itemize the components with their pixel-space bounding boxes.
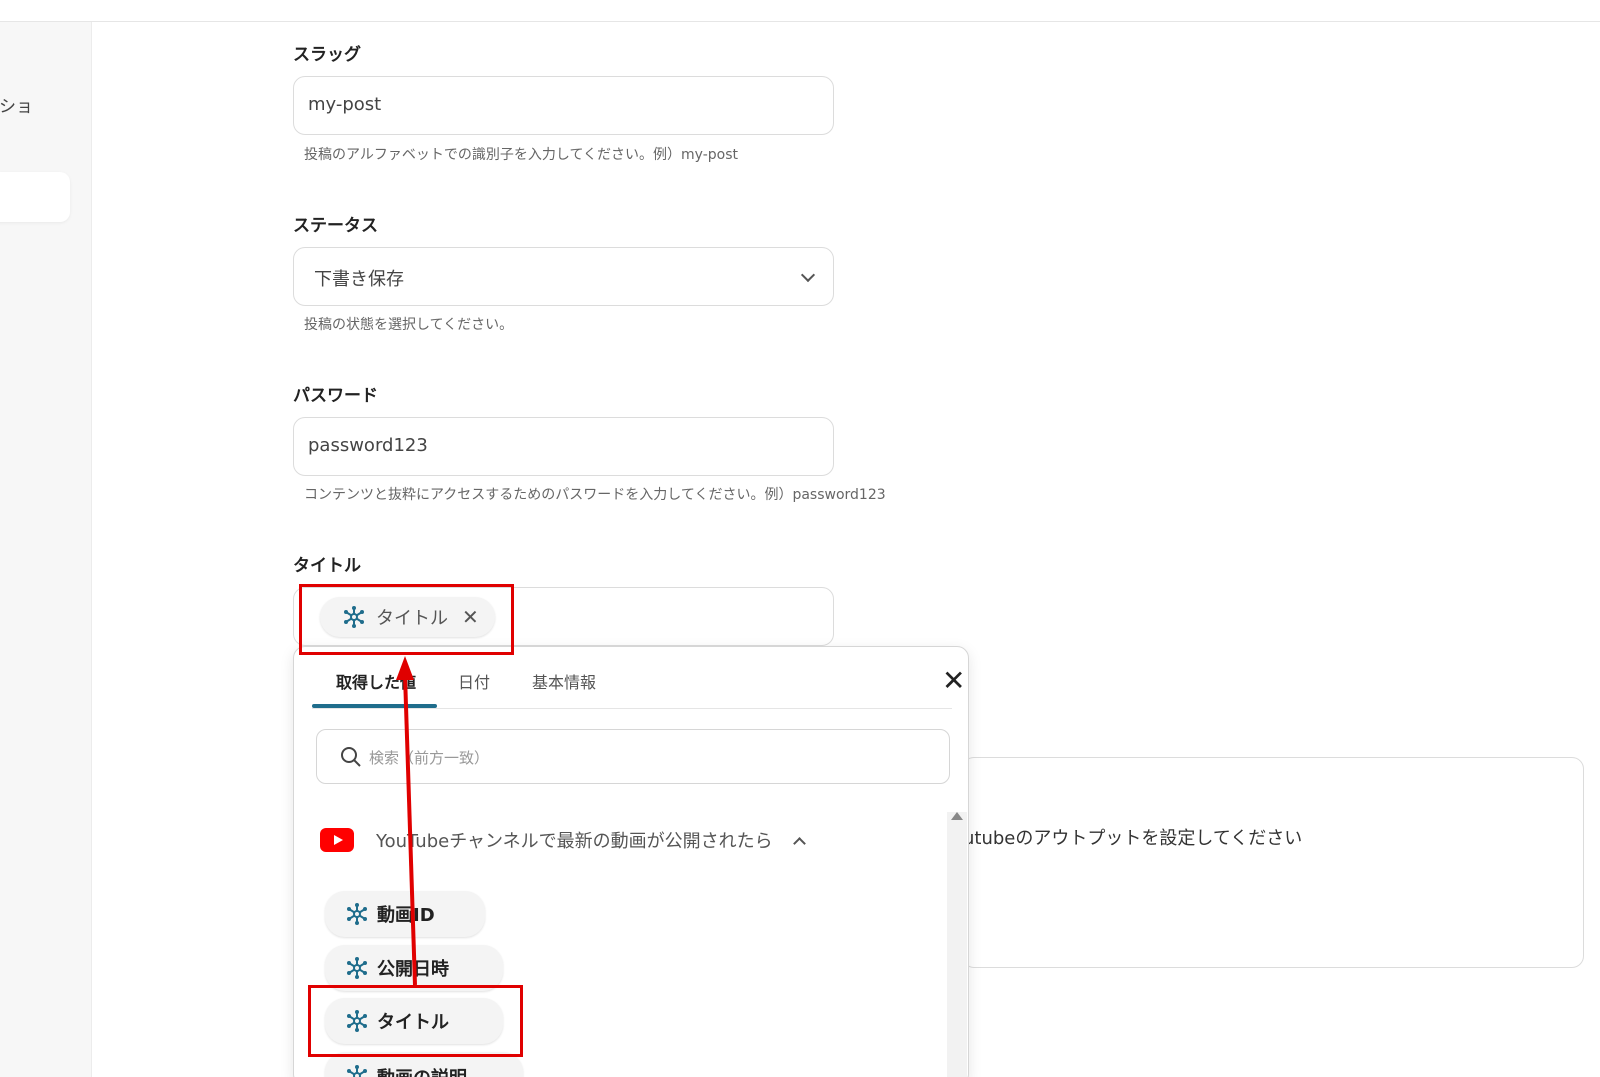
drag-arrow (396, 656, 417, 986)
